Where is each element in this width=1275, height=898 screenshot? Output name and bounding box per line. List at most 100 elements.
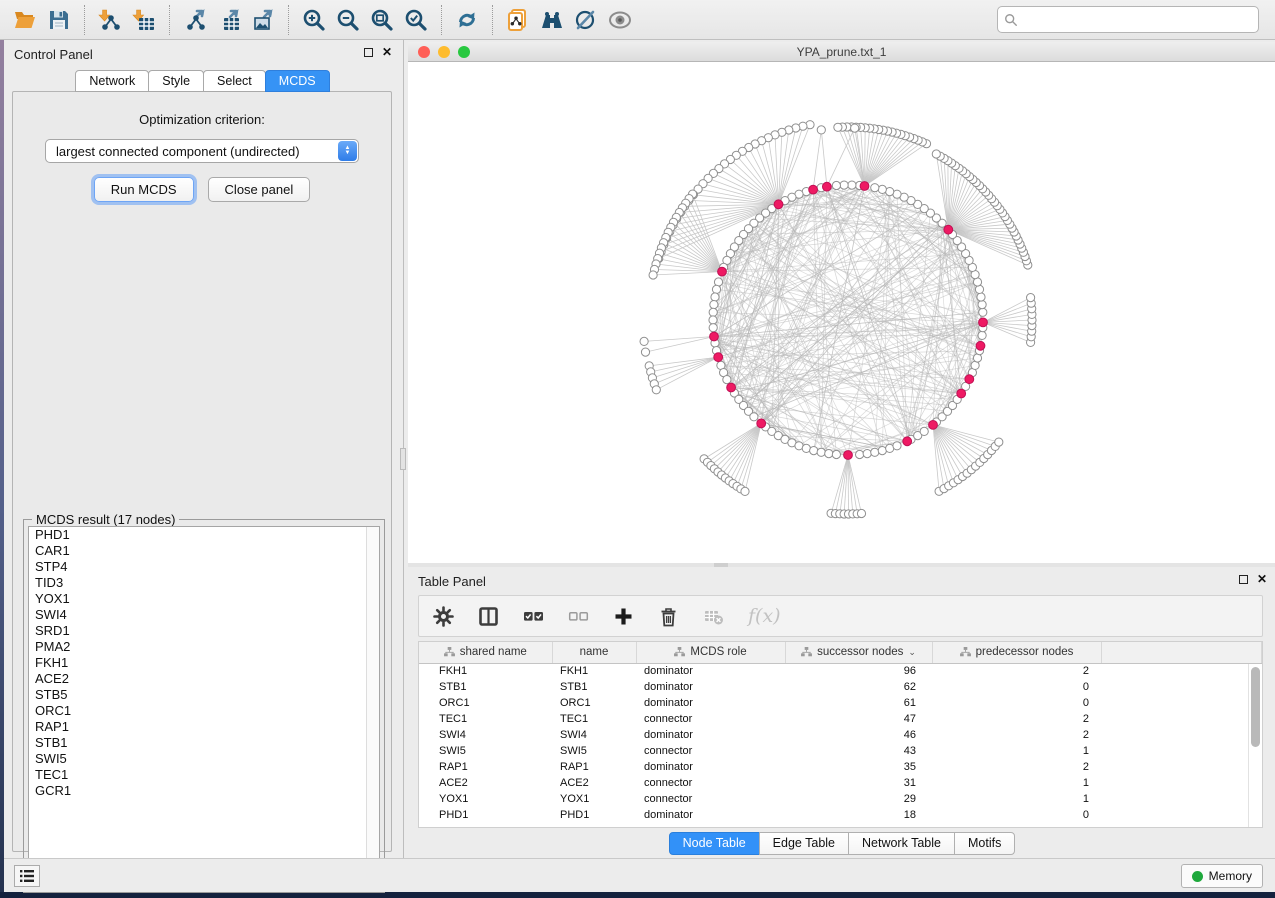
mcds-result-item[interactable]: PHD1 [29, 527, 379, 543]
float-panel-icon[interactable] [364, 48, 373, 57]
network-node[interactable] [977, 293, 985, 301]
network-node[interactable] [856, 450, 864, 458]
mcds-network-node[interactable] [957, 389, 966, 398]
table-row[interactable]: ACE2ACE2connector311 [419, 775, 1262, 791]
table-row[interactable]: TEC1TEC1connector472 [419, 711, 1262, 727]
network-node[interactable] [863, 450, 871, 458]
network-node[interactable] [995, 438, 1003, 446]
network-node[interactable] [978, 301, 986, 309]
mcds-network-node[interactable] [727, 383, 736, 392]
column-header-successor-nodes[interactable]: successor nodes⌄ [785, 642, 932, 663]
network-node[interactable] [750, 413, 758, 421]
select-all-icon[interactable] [523, 606, 544, 627]
mcds-result-item[interactable]: FKH1 [29, 655, 379, 671]
network-node[interactable] [709, 316, 717, 324]
mcds-network-node[interactable] [809, 185, 818, 194]
search-input[interactable] [1018, 10, 1252, 30]
mcds-network-node[interactable] [979, 318, 988, 327]
mcds-result-item[interactable]: STB5 [29, 687, 379, 703]
network-node[interactable] [640, 337, 648, 345]
network-document-icon[interactable] [501, 4, 535, 36]
export-network-icon[interactable] [178, 4, 212, 36]
save-session-icon[interactable] [42, 4, 76, 36]
table-row[interactable]: STB1STB1dominator620 [419, 679, 1262, 695]
tab-node-table[interactable]: Node Table [669, 832, 760, 855]
mcds-result-item[interactable]: PMA2 [29, 639, 379, 655]
mcds-network-node[interactable] [823, 182, 832, 191]
network-node[interactable] [817, 448, 825, 456]
search-box[interactable] [997, 6, 1259, 33]
zoom-out-icon[interactable] [331, 4, 365, 36]
network-node[interactable] [978, 331, 986, 339]
delete-row-icon[interactable] [658, 606, 679, 627]
table-scrollbar-thumb[interactable] [1251, 667, 1260, 747]
mcds-network-node[interactable] [929, 421, 938, 430]
mcds-result-item[interactable]: RAP1 [29, 719, 379, 735]
mcds-network-node[interactable] [774, 200, 783, 209]
column-header-predecessor-nodes[interactable]: predecessor nodes [932, 642, 1101, 663]
task-history-button[interactable] [14, 865, 40, 887]
mcds-result-item[interactable]: YOX1 [29, 591, 379, 607]
traffic-light-zoom[interactable] [458, 46, 470, 58]
table-scrollbar[interactable] [1248, 664, 1262, 827]
network-node[interactable] [878, 185, 886, 193]
network-node[interactable] [975, 285, 983, 293]
network-node[interactable] [709, 324, 717, 332]
tab-mcds[interactable]: MCDS [265, 70, 330, 92]
mcds-list-scrollbar[interactable] [366, 527, 379, 887]
mcds-network-node[interactable] [944, 225, 953, 234]
mcds-network-node[interactable] [710, 332, 719, 341]
network-node[interactable] [723, 376, 731, 384]
tab-network[interactable]: Network [75, 70, 149, 92]
close-table-panel-icon[interactable]: ✕ [1257, 574, 1267, 585]
mcds-result-item[interactable]: SRD1 [29, 623, 379, 639]
network-node[interactable] [825, 450, 833, 458]
network-node[interactable] [932, 150, 940, 158]
network-node[interactable] [973, 354, 981, 362]
network-node[interactable] [810, 447, 818, 455]
mcds-network-node[interactable] [718, 267, 727, 276]
mcds-network-node[interactable] [976, 341, 985, 350]
criterion-dropdown[interactable]: largest connected component (undirected)… [45, 139, 359, 163]
network-node[interactable] [893, 442, 901, 450]
network-node[interactable] [711, 293, 719, 301]
network-node[interactable] [920, 427, 928, 435]
network-node[interactable] [848, 181, 856, 189]
tab-motifs[interactable]: Motifs [954, 832, 1015, 855]
network-node[interactable] [832, 450, 840, 458]
refresh-layout-icon[interactable] [450, 4, 484, 36]
network-node[interactable] [857, 509, 865, 517]
mcds-network-node[interactable] [714, 353, 723, 362]
table-row[interactable]: YOX1YOX1connector291 [419, 791, 1262, 807]
mcds-result-item[interactable]: STB1 [29, 735, 379, 751]
mcds-result-item[interactable]: SWI5 [29, 751, 379, 767]
network-node[interactable] [712, 285, 720, 293]
export-image-icon[interactable] [246, 4, 280, 36]
network-node[interactable] [817, 126, 825, 134]
column-header-shared-name[interactable]: shared name [419, 642, 552, 663]
mcds-result-item[interactable]: TEC1 [29, 767, 379, 783]
network-node[interactable] [834, 123, 842, 131]
splitter-grabber[interactable] [400, 448, 406, 470]
mcds-result-item[interactable]: ORC1 [29, 703, 379, 719]
mcds-result-item[interactable]: STP4 [29, 559, 379, 575]
tab-edge-table[interactable]: Edge Table [759, 832, 849, 855]
network-node[interactable] [979, 308, 987, 316]
search-window-icon[interactable] [535, 4, 569, 36]
network-node[interactable] [851, 124, 859, 132]
network-node[interactable] [649, 271, 657, 279]
mcds-result-item[interactable]: GCR1 [29, 783, 379, 799]
network-node[interactable] [652, 386, 660, 394]
mcds-result-item[interactable]: SWI4 [29, 607, 379, 623]
traffic-light-close[interactable] [418, 46, 430, 58]
zoom-fit-icon[interactable] [365, 4, 399, 36]
zoom-in-icon[interactable] [297, 4, 331, 36]
hide-panels-icon[interactable] [569, 4, 603, 36]
mcds-network-node[interactable] [965, 375, 974, 384]
mcds-result-list[interactable]: PHD1CAR1STP4TID3YOX1SWI4SRD1PMA2FKH1ACE2… [28, 526, 380, 888]
import-table-icon[interactable] [127, 4, 161, 36]
node-table[interactable]: shared namenameMCDS rolesuccessor nodes⌄… [419, 642, 1262, 823]
open-file-icon[interactable] [8, 4, 42, 36]
tab-network-table[interactable]: Network Table [848, 832, 955, 855]
network-graph[interactable] [408, 62, 1275, 563]
